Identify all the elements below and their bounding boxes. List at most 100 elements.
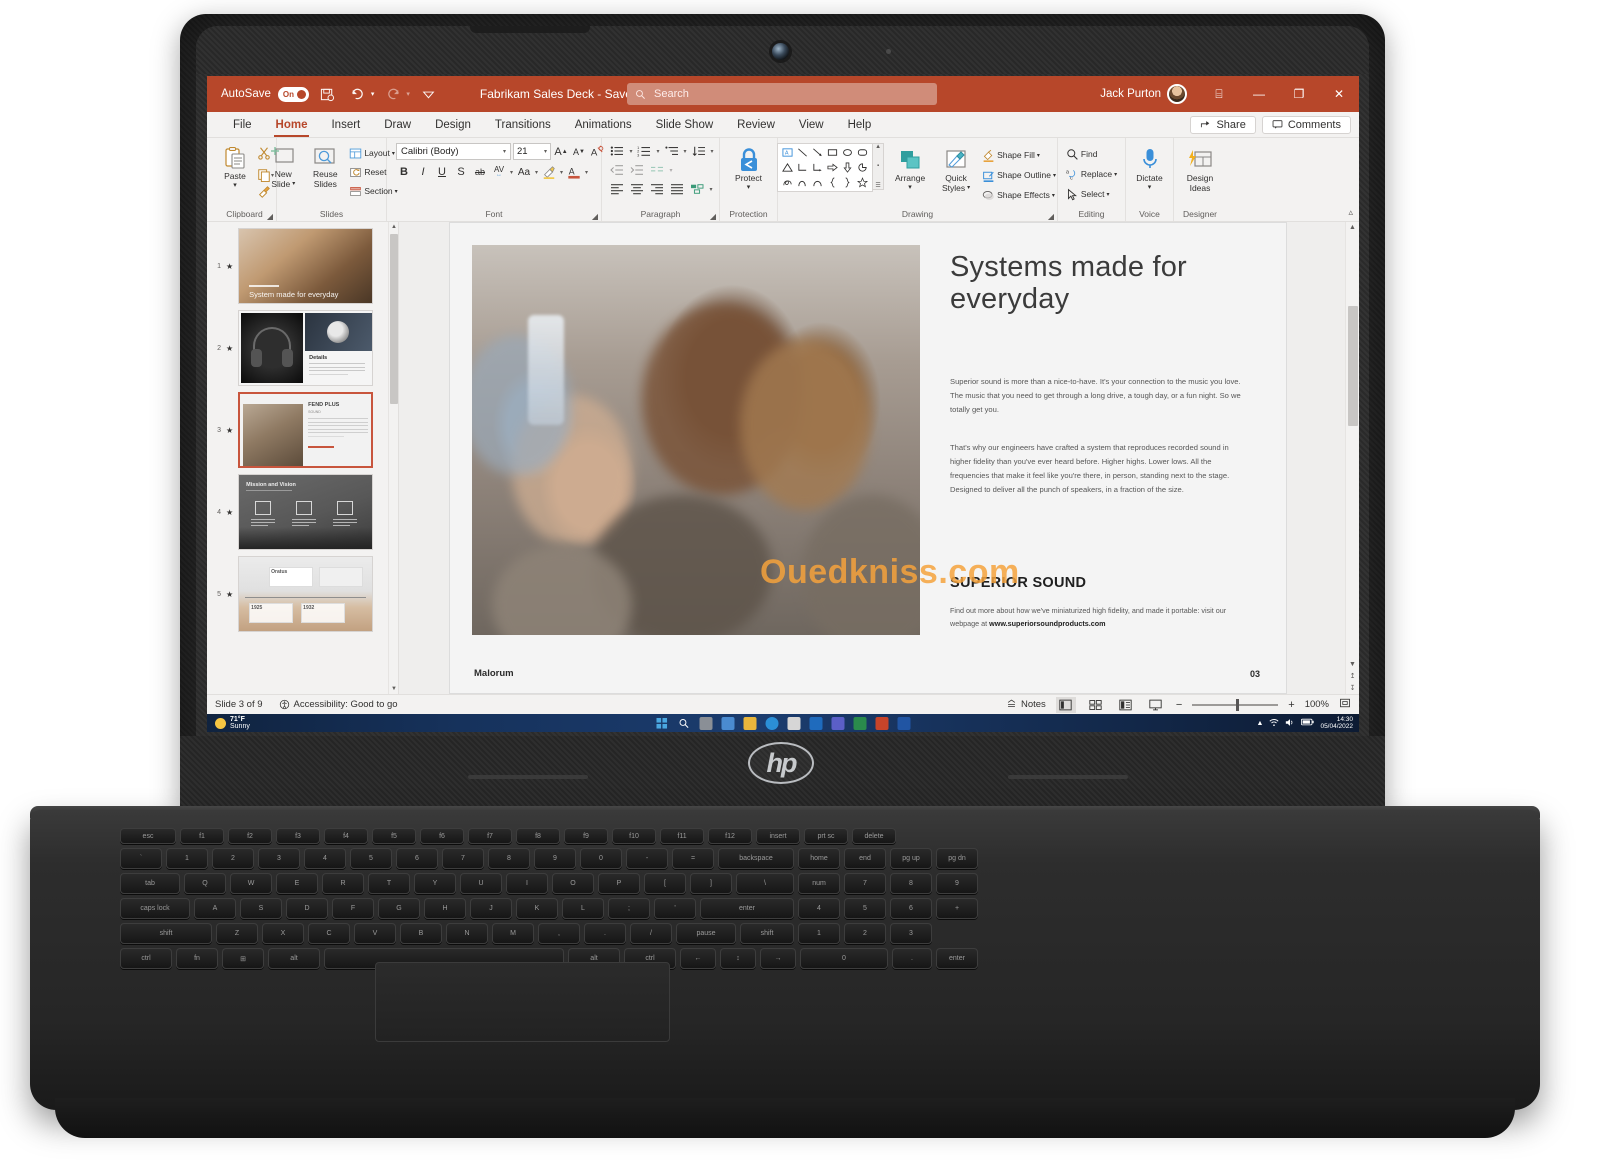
key-windows[interactable]: ⊞ [222,948,264,969]
tab-insert[interactable]: Insert [319,112,372,138]
key-pause[interactable]: pause [676,923,736,944]
font-name-combobox[interactable]: Calibri (Body) ▾ [396,143,511,160]
wifi-icon[interactable] [1269,718,1279,729]
paste-chevron-down-icon[interactable]: ▾ [233,181,237,191]
pie-shape-icon[interactable] [855,160,870,175]
increase-font-size-button[interactable]: A ▲ [553,144,569,160]
word-icon[interactable] [897,716,911,730]
key-f5[interactable]: f5 [372,828,416,844]
thumbnail-scrollbar[interactable]: ▲ ▼ [388,222,398,694]
key-tilde[interactable]: ` [120,848,162,869]
clipboard-dialog-launcher[interactable]: ◢ [267,212,273,221]
key-delete[interactable]: delete [852,828,896,844]
design-ideas-button[interactable]: Design Ideas [1177,147,1223,193]
share-button[interactable]: Share [1190,115,1256,134]
store-icon[interactable] [787,716,801,730]
columns-chevron-down-icon[interactable]: ▾ [669,167,672,174]
file-explorer-icon[interactable] [743,716,757,730]
convert-to-smartart-button[interactable] [689,181,705,197]
key-f6[interactable]: f6 [420,828,464,844]
key-num-8[interactable]: 8 [890,873,932,894]
key-t[interactable]: T [368,873,410,894]
key-pgdn[interactable]: pg dn [936,848,978,869]
thumbnail-1[interactable]: System made for everyday [238,228,374,304]
decrease-font-size-button[interactable]: A ▼ [571,144,587,160]
key-enter[interactable]: enter [700,898,794,919]
key-minus[interactable]: - [626,848,668,869]
slide-scroll-down-icon[interactable]: ▼ [1349,661,1356,668]
arrow-line-shape-icon[interactable] [810,145,825,160]
tab-file[interactable]: File [221,112,264,138]
triangle-shape-icon[interactable] [780,160,795,175]
key-arrow-left[interactable]: ← [680,948,716,969]
scribble-shape-icon[interactable] [780,175,795,190]
paste-button[interactable]: Paste ▾ [215,145,255,191]
key-f7[interactable]: f7 [468,828,512,844]
undo-chevron-down-icon[interactable]: ▾ [371,90,375,98]
key-num-0[interactable]: 0 [800,948,888,969]
right-brace-shape-icon[interactable] [840,175,855,190]
slide-sorter-view-button[interactable] [1086,697,1106,713]
text-highlight-color-button[interactable] [541,164,557,180]
font-dialog-launcher[interactable]: ◢ [592,212,598,221]
key-num-6[interactable]: 6 [890,898,932,919]
drawing-dialog-launcher[interactable]: ◢ [1048,212,1054,221]
tab-review[interactable]: Review [725,112,787,138]
slide-pane-scrollbar[interactable]: ▲ ▼ ↥ ↧ [1345,222,1359,694]
thumbnail-3[interactable]: FEND PLUS SOUND [238,392,374,468]
key-f11[interactable]: f11 [660,828,704,844]
key-comma[interactable]: , [538,923,580,944]
font-color-chevron-down-icon[interactable]: ▾ [585,169,588,176]
comments-button[interactable]: Comments [1261,115,1351,134]
document-title[interactable]: Fabrikam Sales Deck - Saved [480,87,639,101]
thumbnail-row-2[interactable]: 2 ★ Details [213,310,398,386]
slide-title[interactable]: Systems made for everyday [950,251,1260,316]
key-z[interactable]: Z [216,923,258,944]
widgets-icon[interactable] [721,716,735,730]
tab-view[interactable]: View [787,112,836,138]
key-slash[interactable]: / [630,923,672,944]
key-6[interactable]: 6 [396,848,438,869]
arc-shape-icon[interactable] [810,175,825,190]
change-case-chevron-down-icon[interactable]: ▾ [535,169,538,176]
paragraph-dialog-launcher[interactable]: ◢ [710,212,716,221]
strikethrough-button[interactable]: ab [472,164,488,180]
key-f3[interactable]: f3 [276,828,320,844]
slide-show-button[interactable] [1146,697,1166,713]
key-8[interactable]: 8 [488,848,530,869]
save-icon[interactable] [317,83,339,105]
slide-count-label[interactable]: Slide 3 of 9 [215,699,263,710]
tab-transitions[interactable]: Transitions [483,112,563,138]
replace-chevron-down-icon[interactable]: ▾ [1114,171,1117,178]
key-i[interactable]: I [506,873,548,894]
tab-help[interactable]: Help [836,112,884,138]
key-backspace[interactable]: backspace [718,848,794,869]
key-home[interactable]: home [798,848,840,869]
line-shape-icon[interactable] [795,145,810,160]
find-button[interactable]: Find [1064,146,1100,162]
key-prtsc[interactable]: prt sc [804,828,848,844]
shapes-scroll-dot-icon[interactable]: ▪ [877,163,879,169]
close-button[interactable]: ✕ [1319,76,1359,112]
zoom-out-button[interactable]: − [1176,699,1182,711]
align-right-button[interactable] [649,181,665,197]
shape-effects-button[interactable]: Shape Effects ▾ [980,187,1058,203]
thumbnail-scroll-down-icon[interactable]: ▼ [389,684,398,694]
key-f[interactable]: F [332,898,374,919]
key-h[interactable]: H [424,898,466,919]
increase-indent-button[interactable] [629,162,645,178]
font-size-chevron-down-icon[interactable]: ▾ [544,148,547,155]
align-center-button[interactable] [629,181,645,197]
thumbnail-row-1[interactable]: 1 ★ System made for everyday [213,228,398,304]
list-level-button[interactable] [664,143,680,159]
left-brace-shape-icon[interactable] [825,175,840,190]
shapes-scroll-more-icon[interactable]: ☰ [875,182,880,189]
key-num-3[interactable]: 3 [890,923,932,944]
key-l[interactable]: L [562,898,604,919]
align-left-button[interactable] [609,181,625,197]
protect-chevron-down-icon[interactable]: ▾ [747,183,751,193]
select-chevron-down-icon[interactable]: ▾ [1107,191,1110,198]
autosave-toggle[interactable]: On [277,86,309,102]
key-3[interactable]: 3 [258,848,300,869]
normal-view-button[interactable] [1055,696,1076,713]
